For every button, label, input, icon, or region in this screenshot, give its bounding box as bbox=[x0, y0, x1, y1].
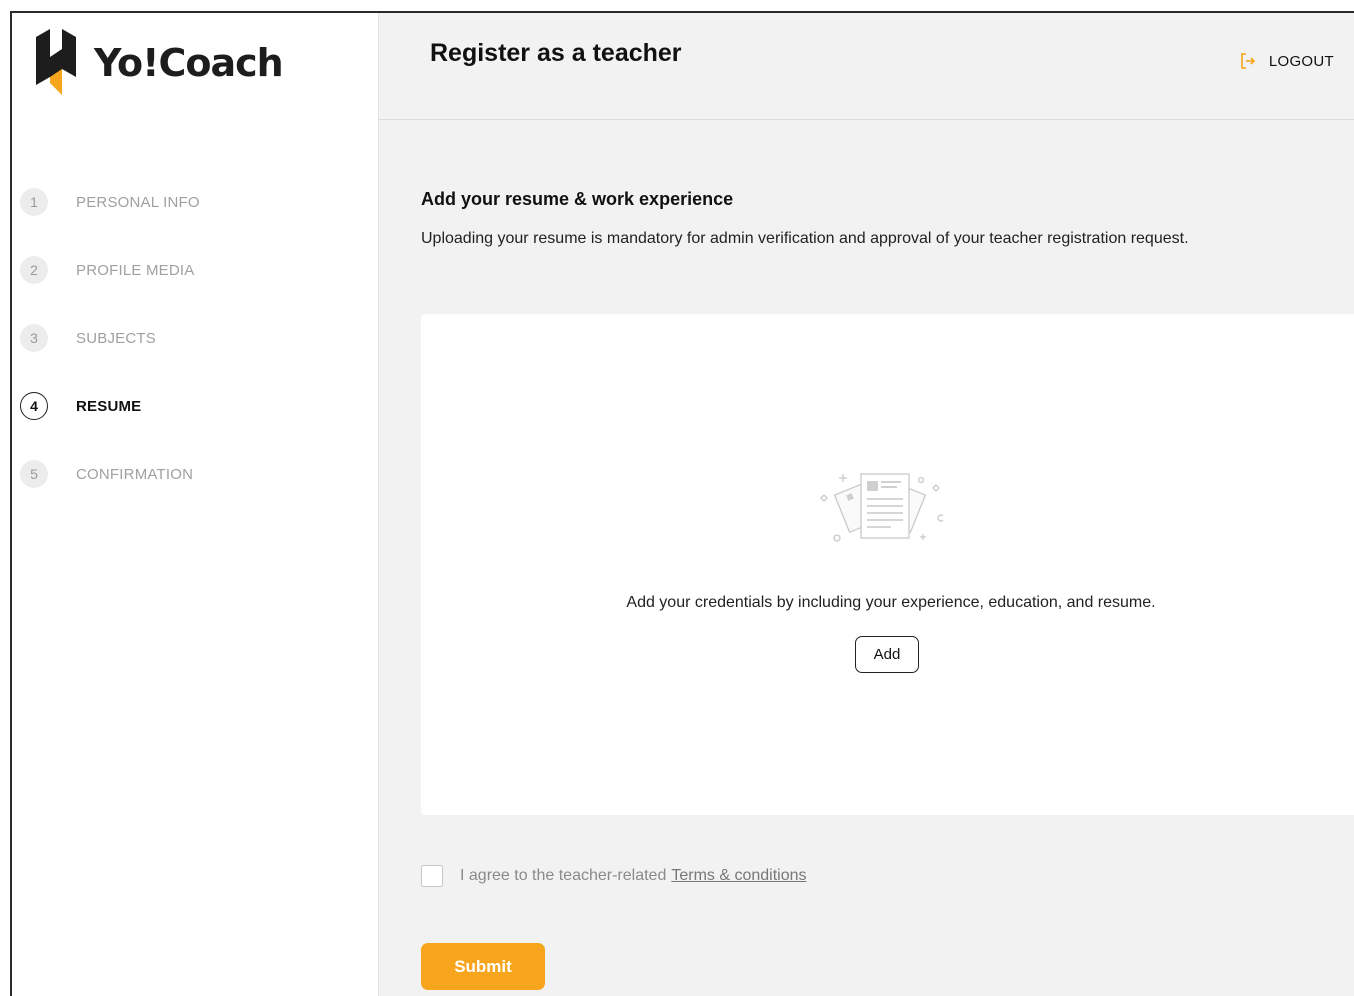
page-title: Register as a teacher bbox=[430, 39, 682, 67]
step-profile-media[interactable]: 2 PROFILE MEDIA bbox=[20, 256, 200, 284]
step-number: 3 bbox=[20, 324, 48, 352]
terms-link[interactable]: Terms & conditions bbox=[671, 867, 806, 884]
agreement-label: I agree to the teacher-related bbox=[460, 867, 667, 884]
step-number: 2 bbox=[20, 256, 48, 284]
logout-button[interactable]: LOGOUT bbox=[1239, 52, 1334, 70]
terms-agreement: I agree to the teacher-related Terms & co… bbox=[421, 865, 807, 887]
step-number: 5 bbox=[20, 460, 48, 488]
submit-button[interactable]: Submit bbox=[421, 943, 545, 990]
step-label: PROFILE MEDIA bbox=[76, 261, 195, 279]
logout-label: LOGOUT bbox=[1268, 52, 1334, 70]
empty-state-text: Add your credentials by including your e… bbox=[626, 594, 1156, 611]
document-icon bbox=[820, 473, 943, 542]
step-list: 1 PERSONAL INFO 2 PROFILE MEDIA 3 SUBJEC… bbox=[20, 188, 200, 528]
step-number: 4 bbox=[20, 392, 48, 420]
logo-text: Yo!Coach bbox=[94, 41, 284, 85]
yocoach-logo-icon bbox=[36, 29, 76, 95]
step-label: PERSONAL INFO bbox=[76, 193, 200, 211]
logout-icon bbox=[1241, 53, 1255, 69]
add-resume-button[interactable]: Add bbox=[855, 636, 919, 673]
step-number: 1 bbox=[20, 188, 48, 216]
section-title: Add your resume & work experience bbox=[421, 189, 734, 209]
agreement-text: I agree to the teacher-related Terms & co… bbox=[460, 867, 807, 885]
resume-card: Add your credentials by including your e… bbox=[421, 314, 1354, 815]
top-bar: Register as a teacher LOGOUT bbox=[379, 13, 1354, 120]
step-personal-info[interactable]: 1 PERSONAL INFO bbox=[20, 188, 200, 216]
main-content: Register as a teacher LOGOUT Add your re… bbox=[379, 13, 1354, 996]
step-label: RESUME bbox=[76, 397, 142, 415]
app-frame: Yo!Coach 1 PERSONAL INFO 2 PROFILE MEDIA… bbox=[10, 11, 1354, 996]
step-label: SUBJECTS bbox=[76, 329, 156, 347]
terms-checkbox[interactable] bbox=[421, 865, 443, 887]
step-confirmation[interactable]: 5 CONFIRMATION bbox=[20, 460, 200, 488]
sidebar: Yo!Coach 1 PERSONAL INFO 2 PROFILE MEDIA… bbox=[12, 13, 379, 996]
step-label: CONFIRMATION bbox=[76, 465, 194, 483]
logo[interactable]: Yo!Coach bbox=[32, 27, 284, 95]
section-description: Uploading your resume is mandatory for a… bbox=[421, 230, 1189, 247]
step-resume[interactable]: 4 RESUME bbox=[20, 392, 200, 420]
step-subjects[interactable]: 3 SUBJECTS bbox=[20, 324, 200, 352]
